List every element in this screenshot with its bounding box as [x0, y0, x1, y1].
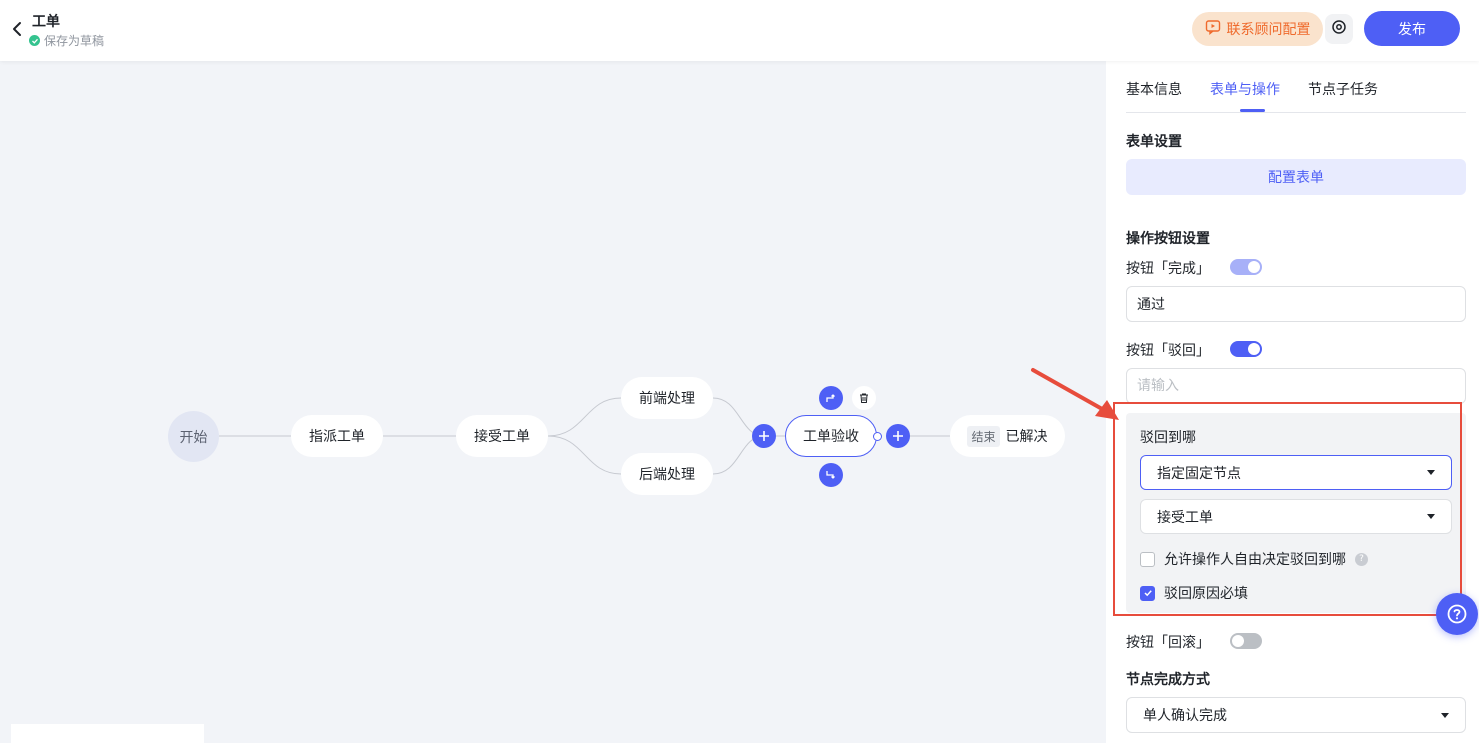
draft-status-text: 保存为草稿: [44, 34, 105, 48]
reject-button-text-input[interactable]: [1126, 368, 1466, 404]
completion-mode-select[interactable]: 单人确认完成: [1126, 697, 1466, 733]
allow-free-choice-option[interactable]: 允许操作人自由决定驳回到哪 ?: [1140, 549, 1368, 569]
end-node-label: 已解决: [1005, 429, 1048, 445]
connection-port[interactable]: [873, 432, 882, 441]
reject-target-settings: 驳回到哪 指定固定节点 接受工单 允许操作人自由决定驳回到哪 ? 驳回原因必填: [1126, 413, 1466, 613]
branch-down-icon: [826, 471, 835, 479]
complete-button-toggle[interactable]: [1230, 259, 1262, 275]
plus-icon: [893, 431, 903, 441]
active-tab-indicator: [1240, 109, 1265, 112]
contact-advisor-button[interactable]: 联系顾问配置: [1192, 12, 1323, 46]
contact-advisor-label: 联系顾问配置: [1226, 22, 1311, 38]
reason-required-option[interactable]: 驳回原因必填: [1140, 583, 1248, 603]
allow-free-choice-label: 允许操作人自由决定驳回到哪: [1164, 552, 1346, 568]
floating-help-button[interactable]: [1436, 593, 1478, 635]
complete-button-label: 按钮「完成」: [1126, 261, 1210, 277]
panel-tabs: 基本信息 表单与操作 节点子任务: [1126, 61, 1466, 113]
preview-settings-button[interactable]: [1325, 14, 1353, 44]
draft-status: 保存为草稿: [29, 32, 104, 49]
flow-node-backend[interactable]: 后端处理: [621, 453, 713, 495]
canvas-minimap[interactable]: [11, 724, 204, 743]
tab-node-subtasks[interactable]: 节点子任务: [1308, 79, 1378, 99]
check-circle-icon: [29, 35, 40, 46]
chevron-down-icon: [1427, 470, 1435, 475]
reject-node-select[interactable]: 接受工单: [1140, 499, 1452, 534]
flow-node-start[interactable]: 开始: [168, 411, 219, 462]
reject-mode-select[interactable]: 指定固定节点: [1140, 455, 1452, 490]
flow-canvas[interactable]: [0, 61, 1106, 743]
tab-form-actions[interactable]: 表单与操作: [1210, 79, 1280, 99]
flow-node-assign[interactable]: 指派工单: [291, 415, 383, 457]
chat-icon: [1205, 19, 1221, 39]
complete-button-text-input[interactable]: [1126, 286, 1466, 322]
trash-icon: [860, 393, 868, 403]
rollback-button-toggle[interactable]: [1230, 633, 1262, 649]
reason-required-checkbox[interactable]: [1140, 585, 1155, 601]
add-branch-below-button[interactable]: [819, 463, 843, 487]
end-tag: 结束: [967, 425, 1000, 447]
top-header: 工单 保存为草稿 联系顾问配置 发布: [0, 0, 1479, 61]
node-settings-panel: 基本信息 表单与操作 节点子任务 表单设置 配置表单 操作按钮设置 按钮「完成」…: [1106, 61, 1479, 743]
add-node-button-right[interactable]: [886, 424, 910, 448]
reject-node-value: 接受工单: [1157, 509, 1213, 526]
reject-button-label: 按钮「驳回」: [1126, 343, 1210, 359]
rollback-button-label: 按钮「回滚」: [1126, 635, 1210, 651]
chevron-down-icon: [1441, 712, 1449, 718]
reject-button-toggle[interactable]: [1230, 341, 1262, 357]
configure-form-button[interactable]: 配置表单: [1126, 159, 1466, 195]
help-circle-icon: [1447, 604, 1467, 624]
reject-target-title: 驳回到哪: [1140, 430, 1196, 446]
page-title: 工单: [32, 14, 60, 30]
chevron-down-icon: [1427, 514, 1435, 519]
tab-basic-info[interactable]: 基本信息: [1126, 79, 1182, 99]
reject-mode-value: 指定固定节点: [1157, 465, 1241, 482]
form-settings-title: 表单设置: [1126, 134, 1182, 150]
back-arrow-icon[interactable]: [10, 20, 26, 38]
flow-node-frontend[interactable]: 前端处理: [621, 377, 713, 419]
reason-required-label: 驳回原因必填: [1164, 586, 1248, 602]
add-node-button-left[interactable]: [752, 424, 776, 448]
completion-mode-value: 单人确认完成: [1143, 708, 1227, 724]
branch-up-icon: [826, 394, 835, 402]
completion-mode-title: 节点完成方式: [1126, 672, 1210, 688]
publish-button[interactable]: 发布: [1364, 11, 1460, 46]
plus-icon: [759, 431, 769, 441]
flow-node-verify[interactable]: 工单验收: [785, 415, 877, 457]
allow-free-choice-checkbox[interactable]: [1140, 551, 1155, 567]
add-branch-above-button[interactable]: [819, 386, 843, 410]
flow-node-end[interactable]: 结束 已解决: [950, 415, 1065, 457]
checkmark-icon: [1143, 590, 1152, 597]
question-mark-icon[interactable]: ?: [1355, 552, 1368, 566]
delete-node-button[interactable]: [852, 386, 876, 410]
action-buttons-title: 操作按钮设置: [1126, 231, 1210, 247]
target-settings-icon: [1331, 19, 1347, 39]
flow-node-accept[interactable]: 接受工单: [456, 415, 548, 457]
